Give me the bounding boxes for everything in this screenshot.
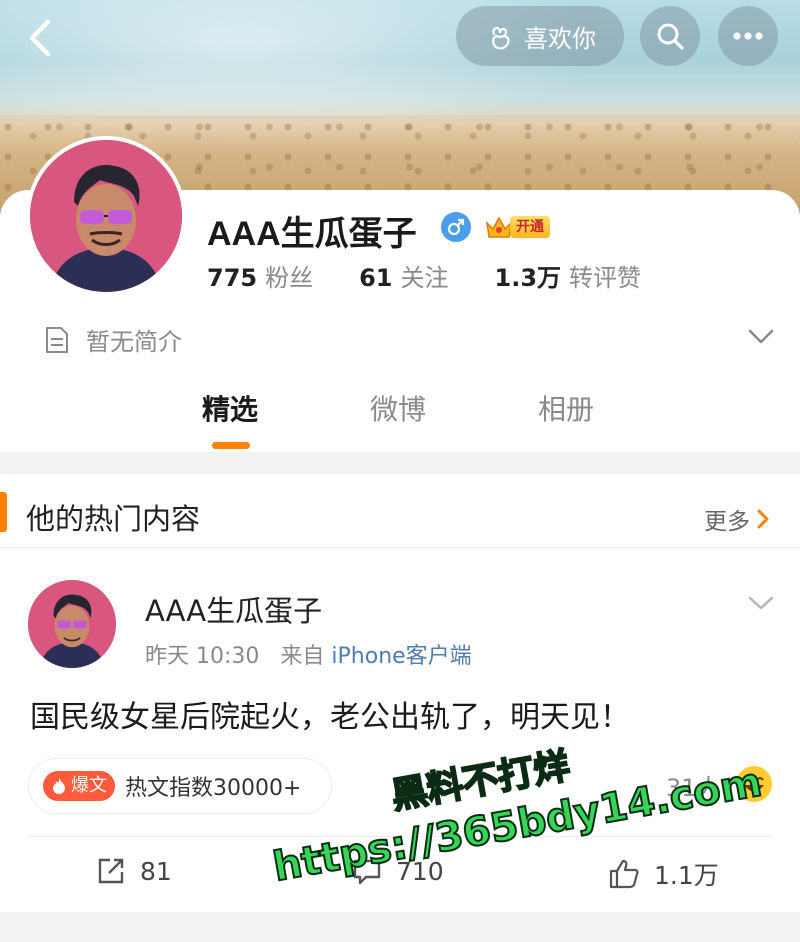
avatar-illustration [30,140,182,292]
document-icon [46,326,68,353]
vip-open-label: 开通 [510,216,550,238]
comment-icon [353,859,381,885]
comment-button[interactable]: 710 [352,856,444,886]
hot-tag-label: 爆文 [71,775,107,796]
section-title: 他的热门内容 [26,502,201,536]
chevron-down-icon[interactable] [746,324,776,348]
stat-interactions-value: 1.3万 [494,264,562,292]
post-meta: 昨天 10:30 来自 iPhone客户端 [145,638,472,670]
profile-nickname: AAA生瓜蛋子 [207,215,417,253]
post-time: 昨天 10:30 [145,644,260,669]
stat-interactions-label: 转评赞 [569,264,642,292]
stat-fans-value: 775 [207,264,258,292]
hot-index-label: 热文指数30000+ [125,776,302,801]
repost-count: 81 [140,856,172,886]
stat-interactions[interactable]: 1.3万 转评赞 [495,258,642,293]
section-divider [0,452,800,474]
hot-article-pill[interactable]: 爆文 热文指数30000+ [28,758,332,814]
tab-weibo[interactable]: 微博 [370,388,426,428]
post-author-name[interactable]: AAA生瓜蛋子 [145,588,322,630]
watermark-line-1: 黑料不打烊 [387,745,573,819]
back-icon [29,19,51,57]
comment-count: 710 [396,856,444,886]
post-text[interactable]: 国民级女星后院起火，老公出轨了，明天见！ [30,692,630,736]
repost-icon [98,858,124,884]
like-you-button[interactable]: 喜欢你 [456,6,624,66]
likers-count[interactable]: 31人 [666,768,721,803]
post-from: 来自 [280,644,325,669]
more-link[interactable]: 更多 [704,502,770,536]
male-icon [441,212,471,242]
tab-featured[interactable]: 精选 [202,388,258,428]
stat-following[interactable]: 61 关注 [359,258,448,293]
post-source[interactable]: iPhone客户端 [331,644,471,669]
avatar[interactable] [26,136,186,296]
post-actions: 81 710 1.1万 [0,840,800,910]
search-button[interactable] [640,6,700,66]
vip-open-badge[interactable]: 开通 [484,213,558,241]
profile-stats: 775 粉丝 61 关注 1.3万 转评赞 [207,258,641,293]
like-gesture-icon [492,26,510,50]
post-avatar-illustration [28,580,116,668]
like-count: 1.1万 [654,861,719,890]
thumbs-up-icon [609,859,639,889]
tab-album[interactable]: 相册 [538,388,594,428]
like-you-label: 喜欢你 [524,24,596,53]
hot-content-header: 他的热门内容 更多 [0,474,800,548]
stat-fans-label: 粉丝 [265,264,314,292]
profile-tabs: 精选 微博 相册 [0,388,800,450]
stat-following-value: 61 [359,264,393,292]
more-dots-icon [733,32,763,40]
stat-fans[interactable]: 775 粉丝 [207,258,313,293]
chevron-right-icon [757,509,769,529]
profile-bio: 暂无简介 [44,322,182,357]
section-accent-bar [0,492,7,532]
smile-emoji-icon [736,766,772,802]
fire-icon [53,778,65,794]
post-avatar[interactable] [28,580,116,668]
bio-text: 暂无简介 [86,328,182,356]
search-icon [657,23,684,50]
bottom-divider [0,912,800,942]
active-tab-indicator [212,442,250,449]
post-divider [28,836,772,837]
stat-following-label: 关注 [400,264,449,292]
post-menu-chevron-icon[interactable] [746,592,776,614]
like-button[interactable]: 1.1万 [608,856,719,892]
back-button[interactable] [18,14,62,62]
repost-button[interactable]: 81 [96,856,172,886]
more-label: 更多 [704,509,750,535]
more-options-button[interactable] [718,6,778,66]
hot-tag: 爆文 [43,771,115,801]
